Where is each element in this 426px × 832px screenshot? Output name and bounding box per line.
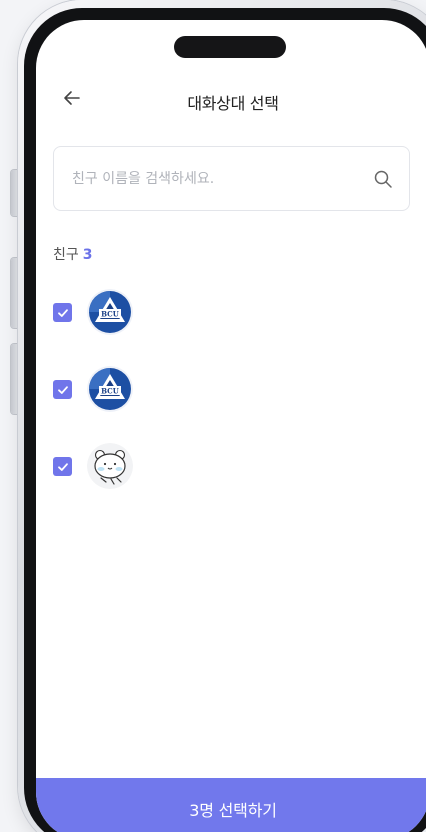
friend-avatar[interactable]: BCU <box>87 289 133 335</box>
friend-heading-label: 친구 <box>53 247 79 263</box>
check-icon <box>57 308 68 317</box>
bear-avatar-icon <box>87 443 133 489</box>
friend-list-heading: 친구 3 <box>53 244 93 264</box>
dynamic-island <box>174 36 286 58</box>
friend-avatar[interactable]: BCU <box>87 366 133 412</box>
friend-checkbox[interactable] <box>53 303 72 322</box>
page-title: 대화상대 선택 <box>187 94 279 113</box>
friend-checkbox[interactable] <box>53 457 72 476</box>
app-mockup: 대화상대 선택 친구3 <box>0 0 426 832</box>
search-box <box>53 146 410 211</box>
phone-screen: 대화상대 선택 친구3 <box>36 20 426 832</box>
search-input[interactable] <box>72 147 362 210</box>
friend-avatar[interactable] <box>87 443 133 489</box>
bcu-logo-icon: BCU <box>87 289 133 335</box>
bcu-logo-icon: BCU <box>87 366 133 412</box>
check-icon <box>57 385 68 394</box>
select-confirm-button[interactable]: 3명 선택하기 <box>36 778 426 832</box>
friend-checkbox[interactable] <box>53 380 72 399</box>
svg-text:BCU: BCU <box>101 387 119 396</box>
friend-item[interactable] <box>53 443 393 489</box>
friend-item[interactable]: BCU <box>53 289 393 335</box>
check-icon <box>57 462 68 471</box>
friend-item[interactable]: BCU <box>53 366 393 412</box>
svg-text:BCU: BCU <box>101 310 119 319</box>
friend-count: 3 <box>82 247 93 263</box>
search-icon[interactable] <box>373 169 393 189</box>
